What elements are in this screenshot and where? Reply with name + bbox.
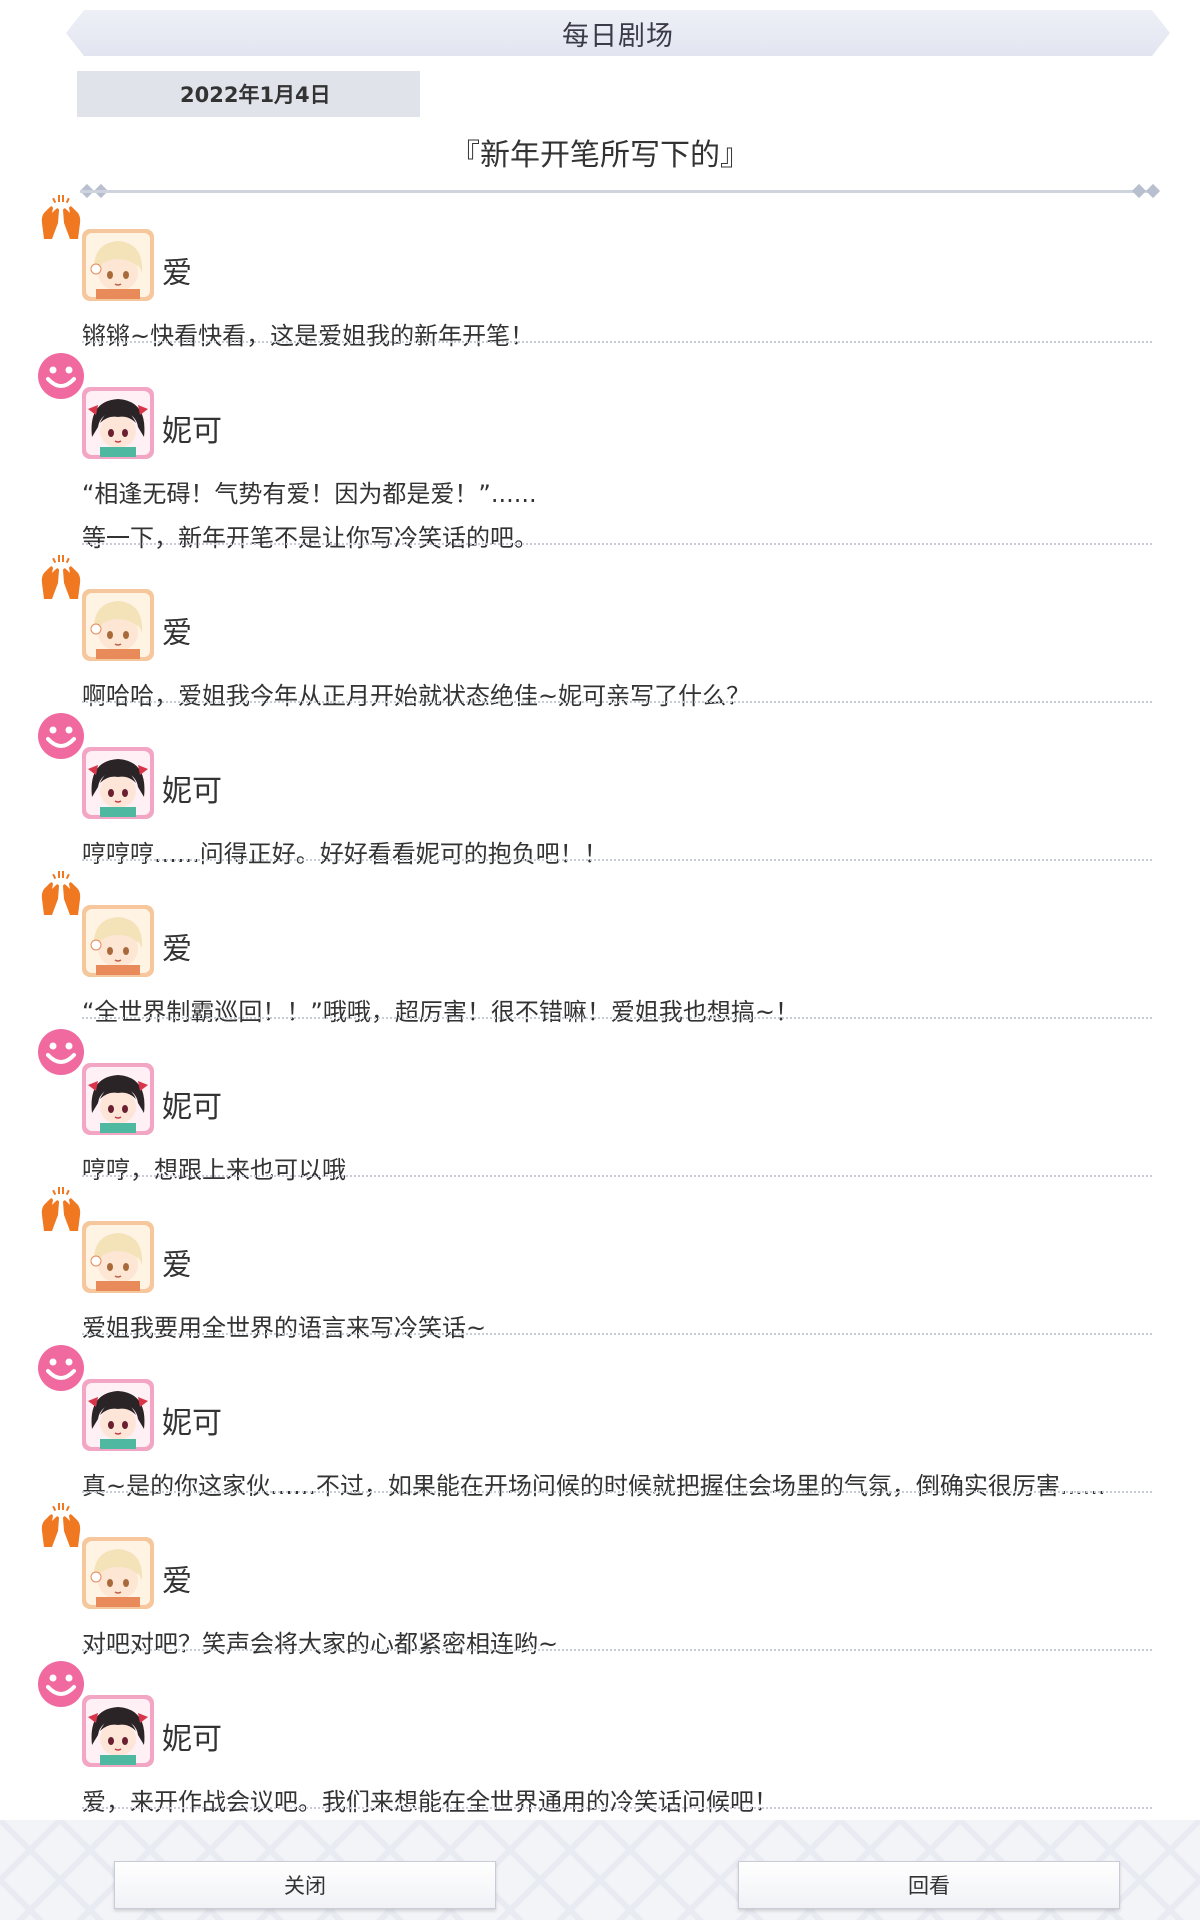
smiley-icon — [36, 1343, 86, 1393]
avatar-ai — [82, 589, 154, 661]
avatar-ai — [82, 905, 154, 977]
speaker-name: 爱 — [162, 932, 192, 967]
avatar-ai — [82, 229, 154, 301]
message-item: 妮可 真~是的你这家伙......不过，如果能在开场问候的时候就把握住会场里的气氛… — [0, 1335, 1200, 1500]
speaker-name: 妮可 — [162, 1406, 222, 1441]
raised-hands-icon — [36, 1185, 86, 1235]
smiley-icon — [36, 711, 86, 761]
avatar-nico — [82, 747, 154, 819]
story-title: 『新年开笔所写下的』 — [450, 138, 750, 173]
story-date: 2022年1月4日 — [180, 83, 331, 107]
message-item: 爱啊哈哈，爱姐我今年从正月开始就状态绝佳~妮可亲写了什么？ — [0, 545, 1200, 710]
speaker-name: 爱 — [162, 1564, 192, 1599]
raised-hands-icon — [36, 1501, 86, 1551]
header-banner: 每日剧场 — [66, 10, 1170, 56]
raised-hands-icon — [36, 553, 86, 603]
raised-hands-icon — [36, 869, 86, 919]
message-text: 爱，来开作战会议吧。我们来想能在全世界通用的冷笑话问候吧！ — [82, 1788, 778, 1816]
message-item: 爱 “全世界制霸巡回！！”哦哦，超厉害！很不错嘛！爱姐我也想搞~！ — [0, 861, 1200, 1026]
message-divider — [82, 1807, 1152, 1809]
message-item: 妮可 “相逢无碍！气势有爱！因为都是爱！”...... 等一下，新年开笔不是让你写冷… — [0, 343, 1200, 552]
avatar-nico — [82, 1695, 154, 1767]
speaker-name: 妮可 — [162, 1722, 222, 1757]
speaker-name: 爱 — [162, 256, 192, 291]
date-label-box: 2022年1月4日 — [77, 71, 420, 117]
message-item: 妮可 哼哼，想跟上来也可以哦 — [0, 1019, 1200, 1184]
raised-hands-icon — [36, 193, 86, 243]
speaker-name: 妮可 — [162, 774, 222, 809]
message-list[interactable]: 爱锵锵~快看快看，这是爱姐我的新年开笔！ 妮可 “相逢无碍！气势有爱！因为都是爱！”… — [0, 185, 1200, 1816]
avatar-ai — [82, 1537, 154, 1609]
smiley-icon — [36, 1027, 86, 1077]
speaker-name: 爱 — [162, 1248, 192, 1283]
speaker-name: 爱 — [162, 616, 192, 651]
message-item: 妮可 哼哼哼......问得正好。好好看看妮可的抱负吧！！ — [0, 703, 1200, 868]
smiley-icon — [36, 1659, 86, 1709]
message-item: 爱爱姐我要用全世界的语言来写冷笑话~ — [0, 1177, 1200, 1342]
speaker-name: 妮可 — [162, 1090, 222, 1125]
avatar-nico — [82, 1379, 154, 1451]
smiley-icon — [36, 351, 86, 401]
review-button[interactable]: 回看 — [738, 1861, 1120, 1909]
message-item: 爱锵锵~快看快看，这是爱姐我的新年开笔！ — [0, 185, 1200, 350]
message-text: “相逢无碍！气势有爱！因为都是爱！”...... — [82, 480, 537, 508]
avatar-nico — [82, 387, 154, 459]
message-item: 爱对吧对吧？笑声会将大家的心都紧密相连哟~ — [0, 1493, 1200, 1658]
header-title: 每日剧场 — [562, 20, 674, 52]
message-item: 妮可爱，来开作战会议吧。我们来想能在全世界通用的冷笑话问候吧！ — [0, 1651, 1200, 1816]
speaker-name: 妮可 — [162, 414, 222, 449]
close-button[interactable]: 关闭 — [114, 1861, 496, 1909]
avatar-ai — [82, 1221, 154, 1293]
avatar-nico — [82, 1063, 154, 1135]
